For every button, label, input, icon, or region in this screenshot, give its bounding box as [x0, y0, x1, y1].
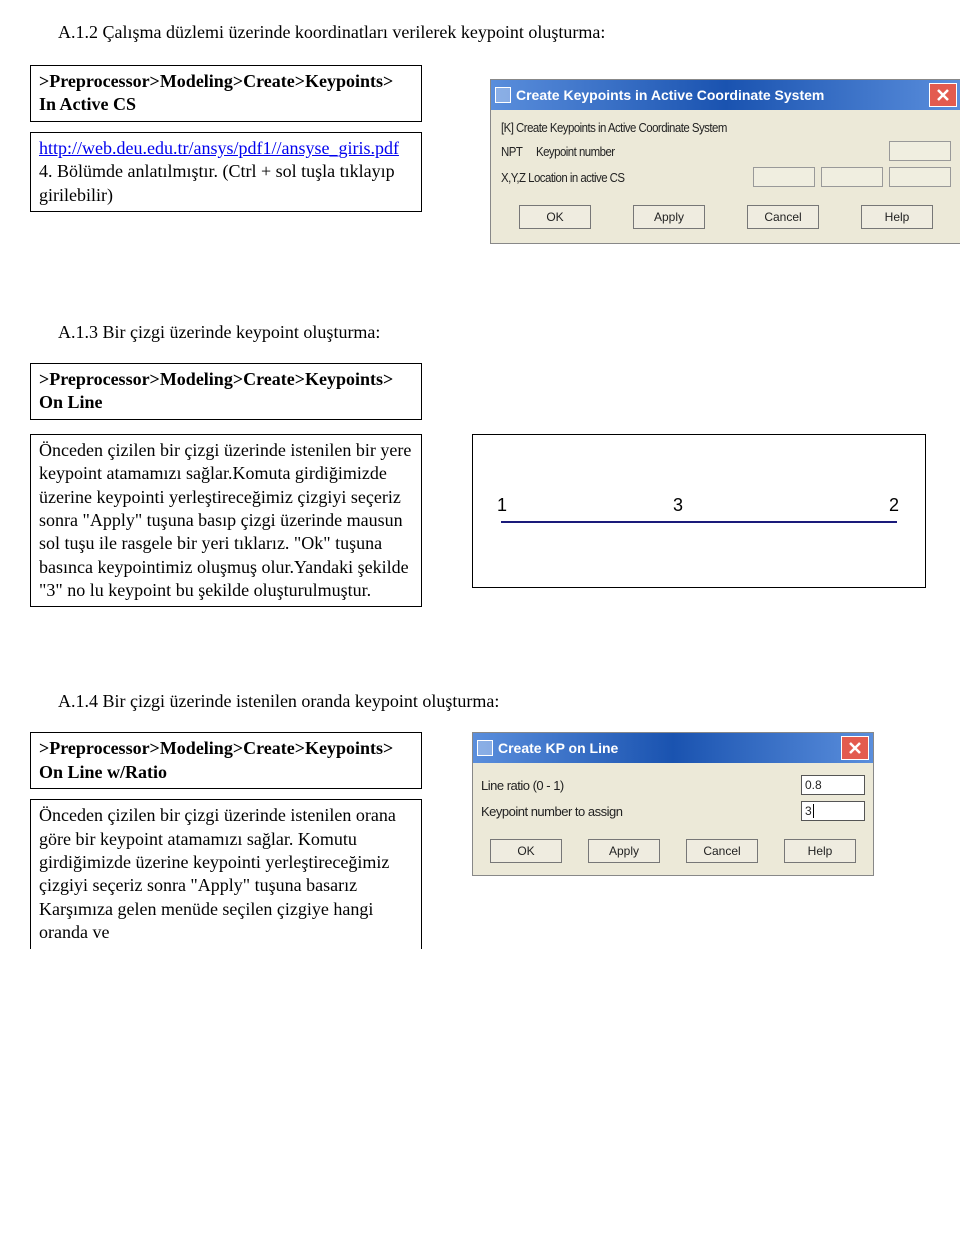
- keypoint-label-3: 3: [673, 495, 683, 516]
- close-icon[interactable]: [929, 83, 957, 107]
- cancel-button[interactable]: Cancel: [747, 205, 819, 229]
- section-heading-a12: A.1.2 Çalışma düzlemi üzerinde koordinat…: [58, 22, 930, 43]
- menu-path-3-sub: On Line: [39, 392, 103, 412]
- window-icon: [495, 87, 511, 103]
- menu-path-box-1: >Preprocessor>Modeling>Create>Keypoints>…: [30, 65, 422, 122]
- apply-button[interactable]: Apply: [588, 839, 660, 863]
- menu-path-box-5: >Preprocessor>Modeling>Create>Keypoints>…: [30, 732, 422, 789]
- menu-path-1-sub: In Active CS: [39, 94, 136, 114]
- description-box-6: Önceden çizilen bir çizgi üzerinde isten…: [30, 799, 422, 948]
- dialog2-kpnum-label: Keypoint number to assign: [481, 804, 801, 819]
- dialog1-npt-label: Keypoint number: [536, 144, 615, 159]
- dialog2-titlebar: Create KP on Line: [473, 733, 873, 763]
- keypoint-label-1: 1: [497, 495, 507, 516]
- dialog-create-kp-on-line: Create KP on Line Line ratio (0 - 1) 0.8…: [472, 732, 874, 876]
- menu-path-5-sub: On Line w/Ratio: [39, 762, 167, 782]
- dialog2-ratio-label: Line ratio (0 - 1): [481, 778, 801, 793]
- dialog-create-keypoints: Create Keypoints in Active Coordinate Sy…: [490, 79, 960, 244]
- dialog1-npt: NPT: [501, 144, 522, 159]
- link-note-rest: 4. Bölümde anlatılmıştır. (Ctrl + sol tu…: [39, 161, 395, 204]
- help-button[interactable]: Help: [861, 205, 933, 229]
- input-y[interactable]: [821, 167, 883, 187]
- line-keypoint-diagram: 1 3 2: [472, 434, 926, 588]
- input-x[interactable]: [753, 167, 815, 187]
- menu-path-1: >Preprocessor>Modeling>Create>Keypoints>: [39, 71, 393, 91]
- window-icon: [477, 740, 493, 756]
- apply-button[interactable]: Apply: [633, 205, 705, 229]
- diagram-line: [501, 521, 897, 523]
- dialog2-title: Create KP on Line: [498, 740, 618, 756]
- close-icon[interactable]: [841, 736, 869, 760]
- keypoint-label-2: 2: [889, 495, 899, 516]
- dialog1-title: Create Keypoints in Active Coordinate Sy…: [516, 87, 824, 103]
- ok-button[interactable]: OK: [490, 839, 562, 863]
- input-line-ratio[interactable]: 0.8: [801, 775, 865, 795]
- description-box-4: Önceden çizilen bir çizgi üzerinde isten…: [30, 434, 422, 608]
- menu-path-box-3: >Preprocessor>Modeling>Create>Keypoints>…: [30, 363, 422, 420]
- link-note-box: http://web.deu.edu.tr/ansys/pdf1//ansyse…: [30, 132, 422, 212]
- section-heading-a13: A.1.3 Bir çizgi üzerinde keypoint oluştu…: [58, 322, 930, 343]
- pdf-link[interactable]: http://web.deu.edu.tr/ansys/pdf1//ansyse…: [39, 138, 399, 158]
- menu-path-5: >Preprocessor>Modeling>Create>Keypoints>: [39, 738, 393, 758]
- section-heading-a14: A.1.4 Bir çizgi üzerinde istenilen orand…: [58, 691, 930, 712]
- menu-path-3: >Preprocessor>Modeling>Create>Keypoints>: [39, 369, 393, 389]
- input-kp-number[interactable]: 3: [801, 801, 865, 821]
- ok-button[interactable]: OK: [519, 205, 591, 229]
- input-keypoint-number[interactable]: [889, 141, 951, 161]
- input-z[interactable]: [889, 167, 951, 187]
- dialog1-titlebar: Create Keypoints in Active Coordinate Sy…: [491, 80, 960, 110]
- help-button[interactable]: Help: [784, 839, 856, 863]
- dialog1-xyz-label: X,Y,Z Location in active CS: [501, 170, 723, 185]
- dialog1-cmdline: [K] Create Keypoints in Active Coordinat…: [501, 120, 727, 135]
- cancel-button[interactable]: Cancel: [686, 839, 758, 863]
